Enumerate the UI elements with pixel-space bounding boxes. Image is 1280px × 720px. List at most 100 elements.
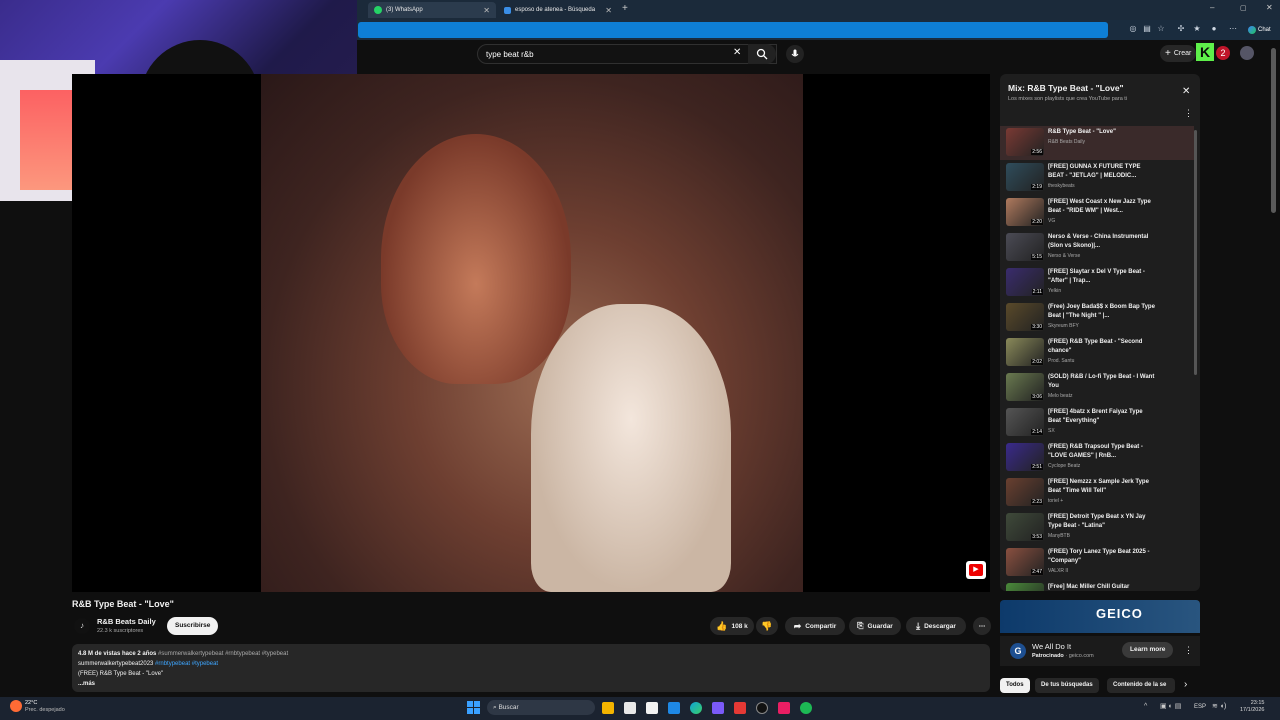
playlist-thumbnail[interactable]: 2:47: [1006, 548, 1044, 576]
weather-widget[interactable]: 22°C Prec. despejado: [25, 700, 65, 714]
chat-button[interactable]: Chat: [1244, 23, 1275, 37]
playlist-item[interactable]: 2:02 (FREE) R&B Type Beat - "Second chanc…: [1006, 336, 1194, 370]
youtube-logo-icon[interactable]: ▶: [966, 561, 986, 579]
playlist-thumbnail[interactable]: 5:15: [1006, 233, 1044, 261]
minimize-icon[interactable]: –: [1210, 3, 1214, 12]
playlist-item[interactable]: 2:19 [FREE] GUNNA X FUTURE TYPE BEAT - "J…: [1006, 161, 1194, 195]
playlist-item[interactable]: 3:06 (SOLD) R&B / Lo-fi Type Beat - I Wan…: [1006, 371, 1194, 405]
store-icon[interactable]: [646, 702, 658, 714]
learn-more-button[interactable]: Learn more: [1122, 642, 1174, 658]
show-more-link[interactable]: ...más: [78, 679, 984, 689]
new-tab-icon[interactable]: +: [622, 3, 628, 14]
save-button[interactable]: ⎘ Guardar: [849, 617, 901, 635]
playlist-thumbnail[interactable]: 2:14: [1006, 408, 1044, 436]
edge-icon[interactable]: [690, 702, 702, 714]
playlist-item[interactable]: 2:20 [FREE] West Coast x New Jazz Type Be…: [1006, 196, 1194, 230]
taskbar-search[interactable]: ⌕ Buscar: [487, 700, 595, 715]
playlist-thumbnail[interactable]: 2:56: [1006, 128, 1044, 156]
dislike-button[interactable]: 👎: [756, 617, 778, 635]
language-indicator[interactable]: ESP: [1194, 704, 1206, 710]
weather-icon[interactable]: [10, 700, 22, 712]
playlist-scrollbar[interactable]: [1194, 130, 1197, 375]
chip-related[interactable]: Contenido de la se: [1107, 678, 1175, 693]
search-input[interactable]: type beat r&b: [477, 44, 777, 64]
tiktok-icon[interactable]: [778, 702, 790, 714]
ad-info[interactable]: G We All Do It Patrocinado · geico.com L…: [1000, 636, 1200, 666]
tab-whatsapp[interactable]: (3) WhatsApp ✕: [368, 2, 496, 18]
video-frame[interactable]: [261, 74, 803, 592]
playlist-thumbnail[interactable]: 3:53: [1006, 513, 1044, 541]
youtube-app-icon[interactable]: [734, 702, 746, 714]
playlist-item-title: [FREE] Detroit Type Beat x YN Jay Type B…: [1048, 514, 1146, 529]
obs-icon[interactable]: [756, 702, 768, 714]
playlist-item[interactable]: 2:56 R&B Type Beat - "Love" R&B Beats Dail…: [1000, 126, 1194, 160]
windows-start-icon[interactable]: [467, 701, 480, 714]
playlist-item[interactable]: 2:14 [FREE] 4batz x Brent Faiyaz Type Bea…: [1006, 406, 1194, 440]
notification-icon[interactable]: 2: [1216, 46, 1230, 60]
playlist-thumbnail[interactable]: [1006, 583, 1044, 591]
page-scrollbar[interactable]: [1271, 48, 1276, 213]
playlist-item[interactable]: 2:23 [FREE] Nemzzz x Sample Jerk Type Bea…: [1006, 476, 1194, 510]
chevron-up-icon[interactable]: ^: [1144, 703, 1147, 710]
playlist-thumbnail[interactable]: 2:23: [1006, 478, 1044, 506]
playlist-item[interactable]: 3:53 [FREE] Detroit Type Beat x YN Jay Ty…: [1006, 511, 1194, 545]
playlist-thumbnail[interactable]: 2:02: [1006, 338, 1044, 366]
playlist-item[interactable]: 3:30 (Free) Joey Bada$$ x Boom Bap Type B…: [1006, 301, 1194, 335]
playlist-thumbnail[interactable]: 3:06: [1006, 373, 1044, 401]
playlist-thumbnail[interactable]: 2:20: [1006, 198, 1044, 226]
close-icon[interactable]: ✕: [1182, 86, 1190, 97]
playlist-item[interactable]: [Free] Mac Miller Chill Guitar: [1006, 581, 1194, 591]
maximize-icon[interactable]: ▢: [1240, 4, 1247, 12]
more-actions-button[interactable]: ⋯: [973, 617, 991, 635]
spotify-icon[interactable]: [800, 702, 812, 714]
network-volume-icons[interactable]: ≋ ◖): [1212, 702, 1226, 710]
profile-icon[interactable]: ●: [1209, 24, 1219, 34]
favorite-icon[interactable]: ☆: [1156, 24, 1166, 34]
bookmark-icon: ⎘: [857, 621, 864, 630]
notepad-icon[interactable]: [624, 702, 636, 714]
playlist-thumbnail[interactable]: 2:11: [1006, 268, 1044, 296]
playlist-item[interactable]: 2:51 (FREE) R&B Trapsoul Type Beat - "LOV…: [1006, 441, 1194, 475]
share-button[interactable]: ➦ Compartir: [785, 617, 845, 635]
ad-banner[interactable]: GEICO: [1000, 600, 1200, 633]
whatsapp-icon: [374, 6, 382, 14]
close-icon[interactable]: ✕: [605, 6, 612, 15]
channel-name[interactable]: R&B Beats Daily: [97, 617, 156, 626]
clear-search-icon[interactable]: ✕: [733, 47, 741, 58]
discord-icon[interactable]: [712, 702, 724, 714]
playlist-item[interactable]: 2:11 [FREE] Slaytar x Del V Type Beat - "…: [1006, 266, 1194, 300]
close-icon[interactable]: ✕: [483, 6, 490, 15]
search-button[interactable]: [748, 44, 776, 64]
more-options-icon[interactable]: ⋮: [1184, 645, 1193, 656]
reader-icon[interactable]: ▤: [1142, 24, 1152, 34]
extension-icon[interactable]: ◎: [1128, 24, 1138, 34]
tab-search[interactable]: esposo de atenea - Búsqueda ✕: [498, 2, 618, 18]
puzzle-icon[interactable]: ✣: [1176, 24, 1186, 34]
more-icon[interactable]: ⋯: [1228, 24, 1238, 34]
more-options-icon[interactable]: ⋮: [1184, 108, 1193, 119]
download-button[interactable]: ⤓ Descargar: [906, 617, 966, 635]
channel-avatar[interactable]: ♪: [74, 618, 90, 634]
playlist-item[interactable]: 5:15 Nerso & Verse - China Instrumental (…: [1006, 231, 1194, 265]
avatar[interactable]: [1240, 46, 1254, 60]
playlist-item[interactable]: 2:47 (FREE) Tory Lanez Type Beat 2025 - "…: [1006, 546, 1194, 580]
playlist-thumbnail[interactable]: 3:30: [1006, 303, 1044, 331]
clock[interactable]: 23:15 17/1/2026: [1240, 700, 1264, 714]
playlist-thumbnail[interactable]: 2:19: [1006, 163, 1044, 191]
chip-all[interactable]: Todos: [1000, 678, 1030, 693]
description-box[interactable]: 4.8 M de vistas hace 2 años #summerwalke…: [72, 644, 990, 692]
favorites-icon[interactable]: ★: [1192, 24, 1202, 34]
window-close-icon[interactable]: ✕: [1266, 3, 1273, 12]
playlist-thumbnail[interactable]: 2:51: [1006, 443, 1044, 471]
voice-search-button[interactable]: [786, 45, 804, 63]
like-button[interactable]: 👍 108 k: [710, 617, 754, 635]
create-button[interactable]: + Crear: [1160, 45, 1197, 62]
tray-icons[interactable]: ▣ ◐ ▤: [1160, 702, 1181, 710]
chevron-right-icon[interactable]: ›: [1184, 679, 1187, 690]
address-bar[interactable]: [358, 22, 1108, 38]
file-explorer-icon[interactable]: [602, 702, 614, 714]
mail-icon[interactable]: [668, 702, 680, 714]
chip-searches[interactable]: De tus búsquedas: [1035, 678, 1099, 693]
subscribe-button[interactable]: Suscribirse: [167, 617, 219, 635]
duration-badge: 2:11: [1031, 289, 1043, 295]
